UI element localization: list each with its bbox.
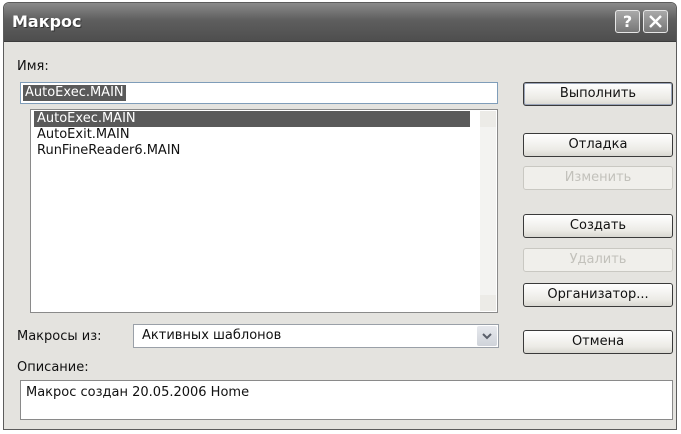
macro-list[interactable]: AutoExec.MAIN AutoExit.MAIN RunFineReade… xyxy=(30,109,498,313)
list-scrollbar[interactable] xyxy=(480,111,496,311)
help-icon: ? xyxy=(622,12,633,31)
description-field: Макрос создан 20.05.2006 Home xyxy=(20,380,673,420)
list-item[interactable]: AutoExec.MAIN xyxy=(34,111,470,127)
create-button[interactable]: Создать xyxy=(523,214,673,238)
macro-name-input[interactable]: AutoExec.MAIN xyxy=(20,82,498,104)
close-icon xyxy=(649,15,662,28)
macros-from-value: Активных шаблонов xyxy=(142,328,282,343)
debug-button[interactable]: Отладка xyxy=(523,133,673,157)
chevron-down-icon[interactable] xyxy=(477,326,497,346)
edit-button[interactable]: Изменить xyxy=(523,166,673,190)
scroll-down-icon[interactable] xyxy=(480,295,496,311)
macros-from-label: Макросы из: xyxy=(17,329,102,344)
title-bar[interactable]: Макрос ? xyxy=(4,3,676,42)
description-label: Описание: xyxy=(17,360,89,375)
delete-button[interactable]: Удалить xyxy=(523,248,673,272)
description-text: Макрос создан 20.05.2006 Home xyxy=(26,385,250,400)
organizer-button[interactable]: Организатор... xyxy=(523,283,673,307)
list-item[interactable]: RunFineReader6.MAIN xyxy=(34,143,183,159)
run-button[interactable]: Выполнить xyxy=(523,82,673,106)
list-item[interactable]: AutoExit.MAIN xyxy=(34,127,133,143)
window-title: Макрос xyxy=(12,12,82,31)
scroll-up-icon[interactable] xyxy=(480,111,496,127)
macros-from-select[interactable]: Активных шаблонов xyxy=(133,324,499,348)
name-label: Имя: xyxy=(17,59,49,74)
help-button[interactable]: ? xyxy=(615,10,640,33)
cancel-button[interactable]: Отмена xyxy=(523,330,673,354)
close-button[interactable] xyxy=(643,10,668,33)
chevron-down-glyph xyxy=(482,333,492,340)
macro-dialog: Макрос ? Имя: AutoExec.MAIN AutoExec.MAI… xyxy=(3,2,677,430)
macro-name-value: AutoExec.MAIN xyxy=(23,85,126,101)
